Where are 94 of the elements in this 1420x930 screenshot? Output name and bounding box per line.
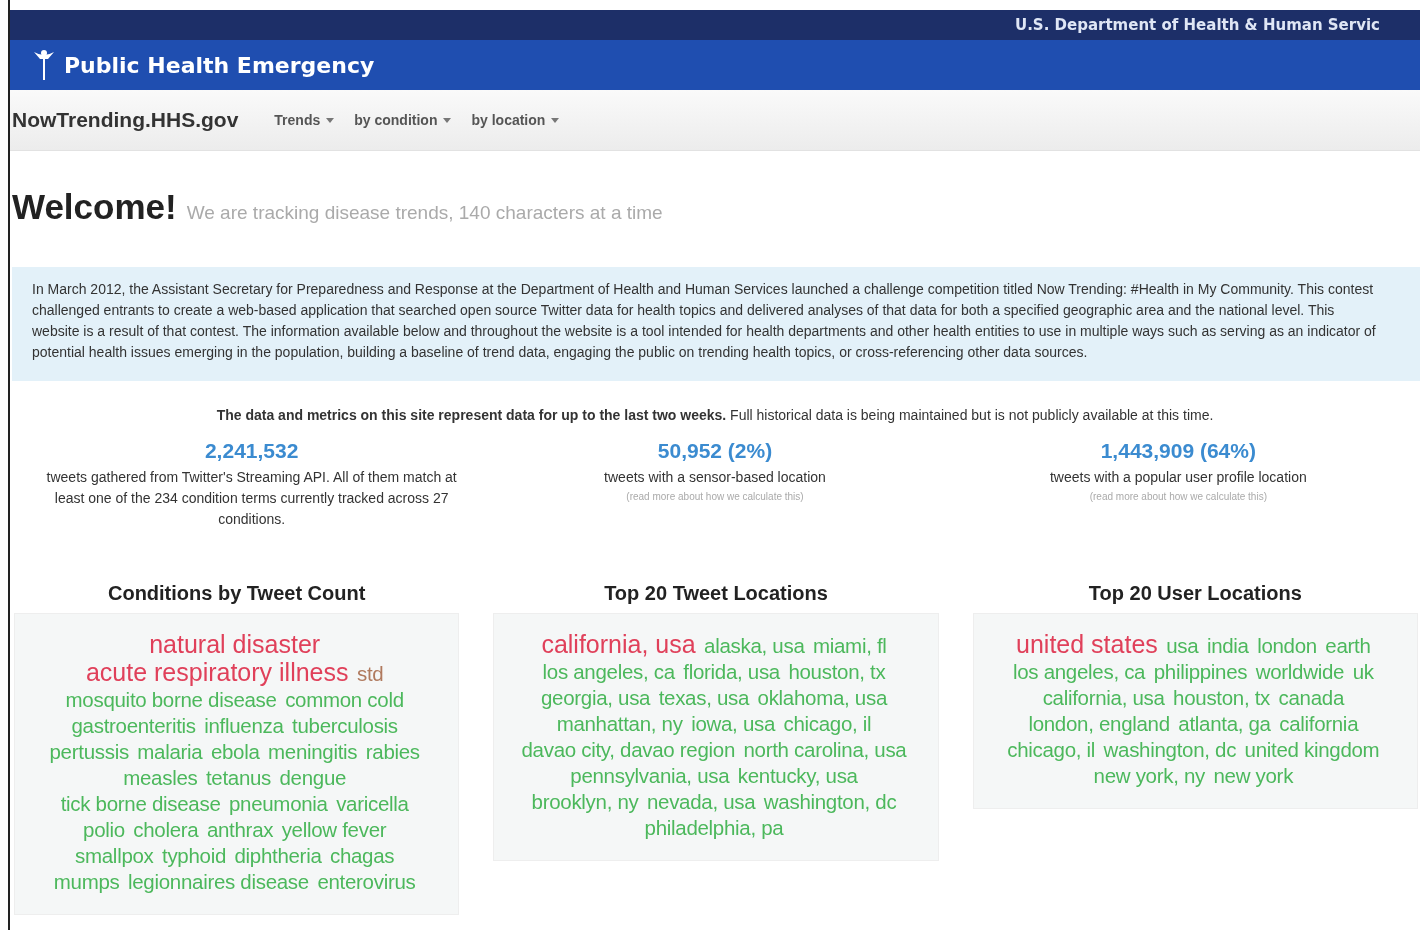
cloud-title: Conditions by Tweet Count	[106, 582, 367, 605]
cloud-term[interactable]: california	[1279, 712, 1359, 735]
cloud-term[interactable]: acute respiratory illness	[85, 658, 349, 686]
nav-dropdown[interactable]: by condition	[354, 108, 452, 132]
cloud-term[interactable]: davao city, davao region	[521, 738, 736, 761]
cloud-term[interactable]: earth	[1325, 634, 1371, 657]
cloud-term[interactable]: pennsylvania, usa	[570, 764, 730, 787]
cloud-term[interactable]: texas, usa	[658, 686, 750, 709]
cloud-term[interactable]: houston, tx	[788, 660, 886, 683]
cloud-term[interactable]: legionnaires disease	[128, 870, 309, 893]
cloud-term[interactable]: influenza	[204, 714, 284, 737]
cloud-term[interactable]: new york	[1213, 764, 1294, 787]
cloud-term[interactable]: dengue	[279, 766, 347, 789]
cloud-title: Top 20 Tweet Locations	[603, 582, 829, 605]
stat-value: 50,952 (2%)	[657, 439, 773, 463]
stat-description: tweets with a sensor-based location	[604, 468, 826, 487]
caret-icon	[326, 117, 335, 123]
cloud-term[interactable]: atlanta, ga	[1178, 712, 1271, 735]
cloud-term[interactable]: anthrax	[206, 818, 274, 841]
cloud-term[interactable]: london	[1257, 634, 1317, 657]
cloud-term[interactable]: uk	[1352, 660, 1374, 683]
stat-description: tweets gathered from Twitter's Streaming API. All of them match at least one of the 234 condition terms currently tracked across 27 conditions.	[45, 468, 458, 529]
cloud-term[interactable]: diphtheria	[234, 844, 322, 867]
cloud-term[interactable]: varicella	[336, 792, 409, 815]
cloud-term[interactable]: cholera	[133, 818, 199, 841]
cloud-term[interactable]: california, usa	[1042, 686, 1165, 709]
intro-paragraph: In March 2012, the Assistant Secretary for Preparedness and Response at the Department of Health and Human Services launched a challenge competition titled Now Trending: #Health in My Community. This contest challenged entrants to create a web-based application that searched open source Twitter data for health topics and delivered analyses of that data for both a specified geographic area and the national level. This website is a result of that contest. The information available below and throughout the website is a tool intended for health departments and other health entities to use in multiple ways such as serving as an indicator of potential health issues emerging in the population, building a baseline of trend data, engaging the public on trending health topics, or cross-referencing other data sources.	[12, 267, 1420, 381]
stat-description: tweets with a popular user profile location	[1049, 468, 1307, 487]
cloud-term[interactable]: miami, fl	[812, 634, 887, 657]
cloud-term[interactable]: philadelphia, pa	[644, 816, 784, 839]
cloud-term[interactable]: pertussis	[49, 740, 129, 763]
caret-icon	[443, 117, 452, 123]
cloud-term[interactable]: nevada, usa	[646, 790, 756, 813]
cloud-term[interactable]: meningitis	[268, 740, 358, 763]
cloud-term[interactable]: std	[356, 662, 384, 685]
cloud-term[interactable]: natural disaster	[149, 630, 321, 658]
welcome-heading: Welcome!	[12, 187, 177, 227]
cloud-term[interactable]: gastroenteritis	[71, 714, 196, 737]
cloud-term[interactable]: chicago, il	[783, 712, 872, 735]
cloud-term[interactable]: tuberculosis	[292, 714, 398, 737]
cloud-term[interactable]: tick borne disease	[60, 792, 221, 815]
data-notice: The data and metrics on this site represent data for up to the last two weeks. Full historical data is being maintained but is not publicly available at this time.	[215, 407, 1215, 423]
caret-icon	[551, 117, 560, 123]
cloud-term[interactable]: washington, dc	[1103, 738, 1237, 761]
cloud-term[interactable]: houston, tx	[1173, 686, 1271, 709]
brand-link[interactable]: NowTrending.HHS.gov	[12, 108, 239, 132]
cloud-term[interactable]: measles	[123, 766, 198, 789]
cloud-term[interactable]: kentucky, usa	[737, 764, 858, 787]
cloud-term[interactable]: yellow fever	[281, 818, 387, 841]
cloud-term[interactable]: north carolina, usa	[743, 738, 907, 761]
agency-title: U.S. Department of Health & Human Servic	[1014, 16, 1380, 34]
cloud-term[interactable]: philippines	[1153, 660, 1248, 683]
cloud-term[interactable]: india	[1206, 634, 1249, 657]
stat-value: 2,241,532	[204, 439, 299, 463]
cloud-term[interactable]: malaria	[137, 740, 203, 763]
cloud-term[interactable]: mosquito borne disease	[65, 688, 277, 711]
cloud-term[interactable]: london, england	[1028, 712, 1170, 735]
read-more-link[interactable]: (read more about how we calculate this)	[1089, 491, 1267, 502]
cloud-term[interactable]: florida, usa	[683, 660, 780, 683]
cloud-term[interactable]: chicago, il	[1007, 738, 1096, 761]
stat-value: 1,443,909 (64%)	[1100, 439, 1256, 463]
cloud-term[interactable]: brooklyn, ny	[531, 790, 639, 813]
cloud-term[interactable]: pneumonia	[228, 792, 328, 815]
tagline: We are tracking disease trends, 140 characters at a time	[186, 202, 663, 224]
cloud-term[interactable]: mumps	[53, 870, 120, 893]
nav-dropdown[interactable]: by location	[471, 108, 560, 132]
read-more-link[interactable]: (read more about how we calculate this)	[626, 491, 804, 502]
cloud-term[interactable]: polio	[83, 818, 125, 841]
cloud-term[interactable]: united kingdom	[1244, 738, 1380, 761]
cloud-term[interactable]: alaska, usa	[704, 634, 805, 657]
cloud-term[interactable]: manhattan, ny	[556, 712, 683, 735]
cloud-term[interactable]: new york, ny	[1093, 764, 1205, 787]
cloud-term[interactable]: washington, dc	[763, 790, 897, 813]
cloud-term[interactable]: canada	[1278, 686, 1344, 709]
cloud-term[interactable]: usa	[1166, 634, 1199, 657]
cloud-term[interactable]: worldwide	[1255, 660, 1345, 683]
cloud-term[interactable]: california, usa	[541, 630, 696, 658]
cloud-term[interactable]: rabies	[365, 740, 420, 763]
cloud-term[interactable]: smallpox	[75, 844, 154, 867]
cloud-term[interactable]: iowa, usa	[691, 712, 776, 735]
banner-title: Public Health Emergency	[64, 52, 375, 78]
cloud-term[interactable]: tetanus	[205, 766, 272, 789]
cloud-title: Top 20 User Locations	[1087, 582, 1303, 605]
cloud-term[interactable]: georgia, usa	[540, 686, 651, 709]
nav-dropdown[interactable]: Trends	[274, 108, 335, 132]
cloud-term[interactable]: oklahoma, usa	[757, 686, 887, 709]
cloud-term[interactable]: enterovirus	[317, 870, 416, 893]
cloud-term[interactable]: united states	[1016, 630, 1158, 658]
cloud-term[interactable]: common cold	[285, 688, 404, 711]
cloud-term[interactable]: ebola	[210, 740, 260, 763]
cloud-term[interactable]: chagas	[329, 844, 395, 867]
cloud-term[interactable]: typhoid	[162, 844, 226, 867]
cloud-term[interactable]: los angeles, ca	[542, 660, 675, 683]
cloud-term[interactable]: los angeles, ca	[1012, 660, 1146, 683]
